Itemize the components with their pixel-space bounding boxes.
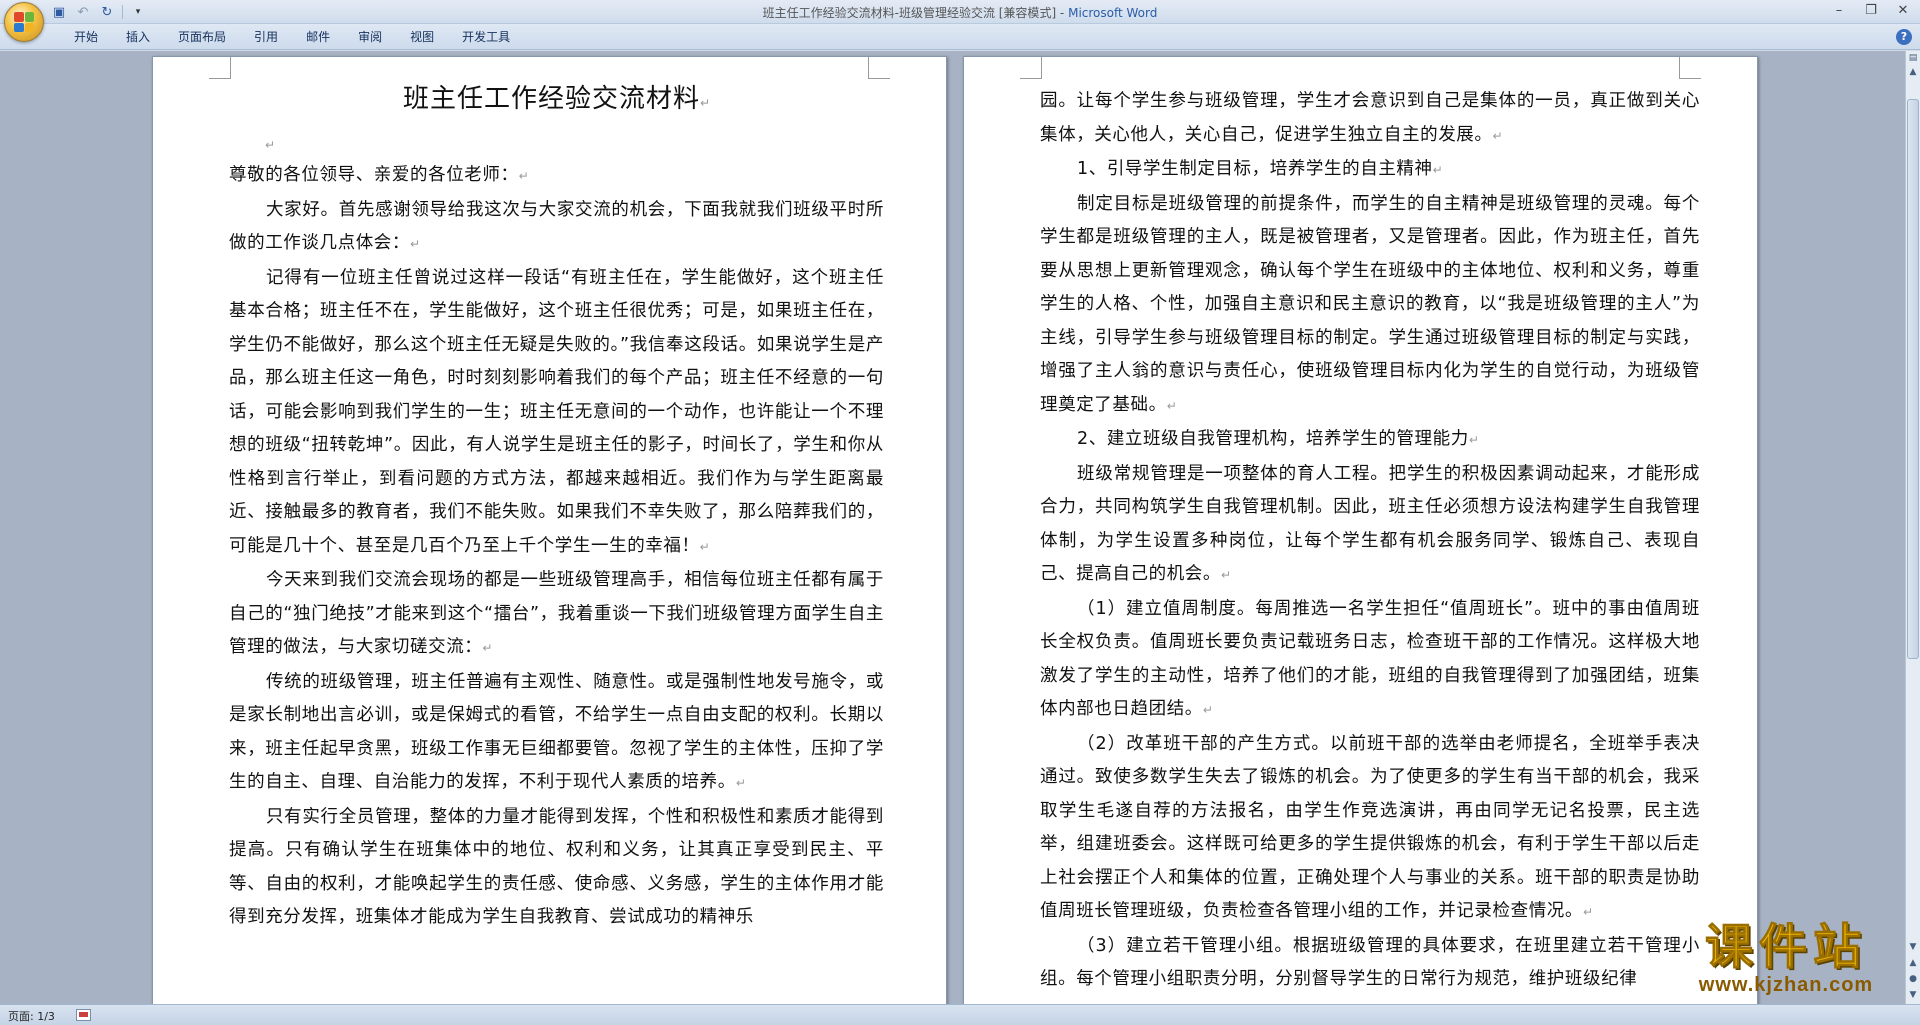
ribbon-tab[interactable]: 页面布局 xyxy=(164,29,240,45)
office-logo-icon xyxy=(14,12,34,32)
body-paragraph[interactable]: 1、引导学生制定目标，培养学生的自主精神↵ xyxy=(1040,153,1700,188)
ruler-toggle-icon[interactable]: ▤ xyxy=(1906,51,1920,65)
scroll-thumb[interactable] xyxy=(1907,99,1919,659)
paragraph-mark-icon: ↵ xyxy=(1432,163,1443,177)
watermark-url: www.kjzhan.com xyxy=(1698,974,1874,996)
office-button[interactable] xyxy=(4,2,44,42)
close-icon[interactable]: ✕ xyxy=(1892,2,1914,20)
ribbon-tabs: 开始 插入 页面布局 引用 邮件 审阅 视图 开发工具 xyxy=(60,29,524,45)
help-icon[interactable]: ? xyxy=(1896,29,1912,45)
paragraph-text: 2、建立班级自我管理机构，培养学生的管理能力 xyxy=(1077,429,1469,449)
body-paragraph[interactable]: 大家好。首先感谢领导给我这次与大家交流的机会，下面我就我们班级平时所做的工作谈几… xyxy=(229,194,884,262)
window-controls: – ❐ ✕ xyxy=(1828,2,1914,20)
paragraph-text: 制定目标是班级管理的前提条件，而学生的自主精神是班级管理的灵魂。每个学生都是班级… xyxy=(1040,193,1700,415)
empty-paragraph[interactable]: ↵ xyxy=(229,129,884,159)
select-browse-object-icon[interactable]: ● xyxy=(1906,972,1920,986)
ribbon-tab[interactable]: 插入 xyxy=(112,29,164,45)
body-paragraph[interactable]: 尊敬的各位领导、亲爱的各位老师：↵ xyxy=(229,159,884,194)
minimize-icon[interactable]: – xyxy=(1828,2,1850,20)
previous-page-icon[interactable]: ▲ xyxy=(1906,956,1920,970)
body-paragraph[interactable]: 传统的班级管理，班主任普遍有主观性、随意性。或是强制性地发号施令，或是家长制地出… xyxy=(229,666,884,801)
app-name: Microsoft Word xyxy=(1068,6,1158,20)
margin-corner-mark xyxy=(209,57,231,79)
paragraph-text: 1、引导学生制定目标，培养学生的自主精神 xyxy=(1077,159,1433,179)
body-paragraph[interactable]: 只有实行全员管理，整体的力量才能得到发挥，个性和积极性和素质才能得到提高。只有确… xyxy=(229,801,884,935)
body-paragraph[interactable]: 班级常规管理是一项整体的育人工程。把学生的积极因素调动起来，才能形成合力，共同构… xyxy=(1040,458,1700,593)
document-title[interactable]: 班主任工作经验交流材料↵ xyxy=(229,81,884,121)
next-page-icon[interactable]: ▼ xyxy=(1906,988,1920,1002)
paragraph-text: 今天来到我们交流会现场的都是一些班级管理高手，相信每位班主任都有属于自己的“独门… xyxy=(229,570,884,657)
paragraph-mark-icon: ↵ xyxy=(1202,703,1213,717)
restore-icon[interactable]: ❐ xyxy=(1860,2,1882,20)
paragraph-text: 园。让每个学生参与班级管理，学生才会意识到自己是集体的一员，真正做到关心集体，关… xyxy=(1040,91,1700,145)
paragraph-text: 班级常规管理是一项整体的育人工程。把学生的积极因素调动起来，才能形成合力，共同构… xyxy=(1040,463,1700,585)
paragraph-text: 尊敬的各位领导、亲爱的各位老师： xyxy=(229,165,519,185)
paragraph-mark-icon: ↵ xyxy=(1583,905,1594,919)
scroll-down-icon[interactable]: ▼ xyxy=(1906,940,1920,954)
paragraph-text: 记得有一位班主任曾说过这样一段话“有班主任在，学生能做好，这个班主任基本合格；班… xyxy=(229,267,884,556)
ribbon-tab[interactable]: 开发工具 xyxy=(448,29,524,45)
body-paragraph[interactable]: （1）建立值周制度。每周推选一名学生担任“值周班长”。班中的事由值周班长全权负责… xyxy=(1040,593,1700,728)
paragraph-mark-icon: ↵ xyxy=(1492,128,1503,143)
kjzhan-watermark-logo: 课件站 www.kjzhan.com xyxy=(1670,920,1902,1000)
paragraph-mark-icon: ↵ xyxy=(518,169,529,183)
document-name: 班主任工作经验交流材料-班级管理经验交流 [兼容模式] - xyxy=(762,6,1069,20)
margin-corner-mark xyxy=(1020,57,1042,79)
ribbon-tab[interactable]: 视图 xyxy=(396,29,448,45)
page-2-content[interactable]: 园。让每个学生参与班级管理，学生才会意识到自己是集体的一员，真正做到关心集体，关… xyxy=(1040,85,1700,997)
body-paragraph[interactable]: 2、建立班级自我管理机构，培养学生的管理能力↵ xyxy=(1040,423,1700,458)
ribbon-tab[interactable]: 引用 xyxy=(240,29,292,45)
paragraph-text: 传统的班级管理，班主任普遍有主观性、随意性。或是强制性地发号施令，或是家长制地出… xyxy=(229,671,884,793)
vertical-scrollbar[interactable]: ▤ ▲ ▼ ▲ ● ▼ xyxy=(1905,51,1920,1004)
body-paragraph[interactable]: 记得有一位班主任曾说过这样一段话“有班主任在，学生能做好，这个班主任基本合格；班… xyxy=(229,262,884,565)
body-paragraph[interactable]: （3）建立若干管理小组。根据班级管理的具体要求，在班里建立若干管理小组。每个管理… xyxy=(1040,930,1700,997)
paragraph-mark-icon: ↵ xyxy=(735,776,746,790)
watermark-chinese-text: 课件站 xyxy=(1704,919,1867,975)
paragraph-mark-icon: ↵ xyxy=(1166,398,1177,413)
window-title: 班主任工作经验交流材料-班级管理经验交流 [兼容模式] - Microsoft … xyxy=(0,4,1920,21)
ribbon-tab[interactable]: 开始 xyxy=(60,29,112,45)
paragraph-mark-icon: ↵ xyxy=(699,539,710,554)
ribbon-tab[interactable]: 审阅 xyxy=(344,29,396,45)
title-bar: ▣ ↶ ↻ ▾ 班主任工作经验交流材料-班级管理经验交流 [兼容模式] - Mi… xyxy=(0,0,1920,42)
paragraph-text: 大家好。首先感谢领导给我这次与大家交流的机会，下面我就我们班级平时所做的工作谈几… xyxy=(229,199,884,254)
paragraph-mark-icon: ↵ xyxy=(1468,433,1479,447)
body-paragraph[interactable]: 园。让每个学生参与班级管理，学生才会意识到自己是集体的一员，真正做到关心集体，关… xyxy=(1040,85,1700,153)
page-indicator[interactable]: 页面: 1/3 xyxy=(8,1008,55,1024)
ribbon-tab-row: 开始 插入 页面布局 引用 邮件 审阅 视图 开发工具 ? xyxy=(0,24,1920,50)
paragraph-text: （3）建立若干管理小组。根据班级管理的具体要求，在班里建立若干管理小组。每个管理… xyxy=(1040,935,1700,990)
paragraph-mark-icon: ↵ xyxy=(482,641,493,655)
paragraph-text: 只有实行全员管理，整体的力量才能得到发挥，个性和积极性和素质才能得到提高。只有确… xyxy=(229,806,884,928)
page-1-content[interactable]: 班主任工作经验交流材料↵ ↵ 尊敬的各位领导、亲爱的各位老师：↵ 大家好。首先感谢… xyxy=(229,77,884,935)
body-paragraph[interactable]: 今天来到我们交流会现场的都是一些班级管理高手，相信每位班主任都有属于自己的“独门… xyxy=(229,564,884,666)
status-bar: 页面: 1/3 xyxy=(0,1004,1920,1025)
body-paragraph[interactable]: 制定目标是班级管理的前提条件，而学生的自主精神是班级管理的灵魂。每个学生都是班级… xyxy=(1040,188,1700,424)
scroll-up-icon[interactable]: ▲ xyxy=(1906,65,1920,79)
page-1[interactable]: 班主任工作经验交流材料↵ ↵ 尊敬的各位领导、亲爱的各位老师：↵ 大家好。首先感谢… xyxy=(152,56,947,1004)
ribbon-tab[interactable]: 邮件 xyxy=(292,29,344,45)
page-2[interactable]: 园。让每个学生参与班级管理，学生才会意识到自己是集体的一员，真正做到关心集体，关… xyxy=(963,56,1758,1004)
paragraph-text: （2）改革班干部的产生方式。以前班干部的选举由老师提名，全班举手表决通过。致使多… xyxy=(1040,733,1700,922)
margin-corner-mark xyxy=(1679,57,1701,79)
paragraph-mark-icon: ↵ xyxy=(1221,568,1232,582)
macro-record-icon[interactable] xyxy=(76,1009,91,1021)
paragraph-text: （1）建立值周制度。每周推选一名学生担任“值周班长”。班中的事由值周班长全权负责… xyxy=(1040,598,1700,720)
document-workspace[interactable]: 班主任工作经验交流材料↵ ↵ 尊敬的各位领导、亲爱的各位老师：↵ 大家好。首先感谢… xyxy=(0,51,1905,1004)
margin-corner-mark xyxy=(868,57,890,79)
paragraph-mark-icon: ↵ xyxy=(410,237,421,251)
body-paragraph[interactable]: （2）改革班干部的产生方式。以前班干部的选举由老师提名，全班举手表决通过。致使多… xyxy=(1040,728,1700,930)
